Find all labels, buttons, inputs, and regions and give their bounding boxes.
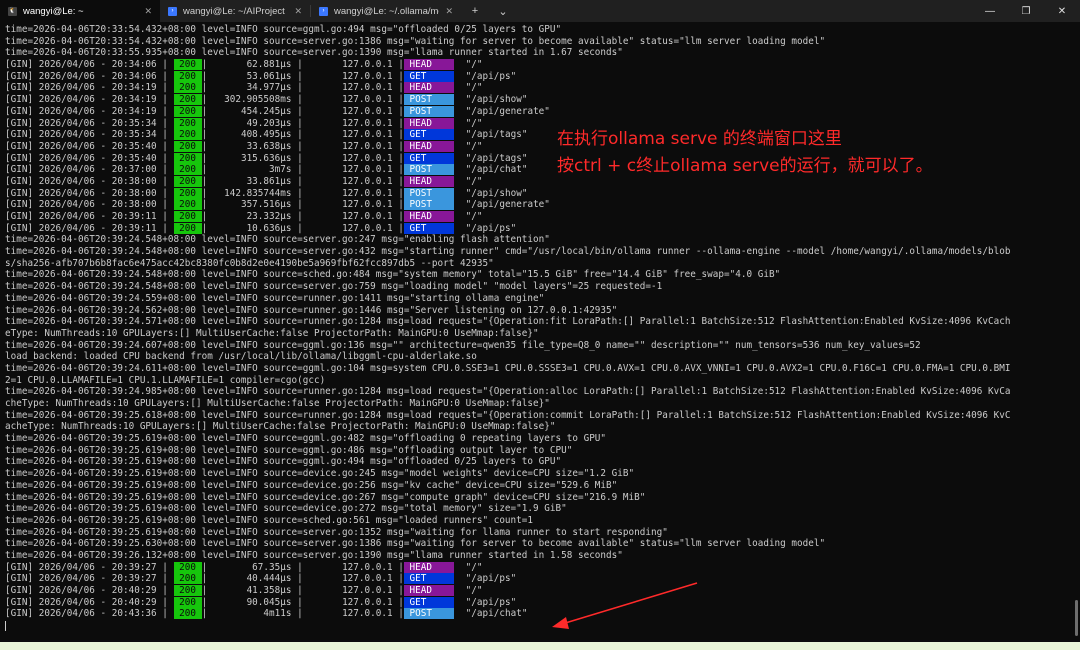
arrow-shaft — [561, 582, 698, 625]
annotation-arrow — [552, 582, 698, 629]
desktop-strip — [0, 642, 1080, 650]
arrow-head-icon — [552, 617, 569, 629]
